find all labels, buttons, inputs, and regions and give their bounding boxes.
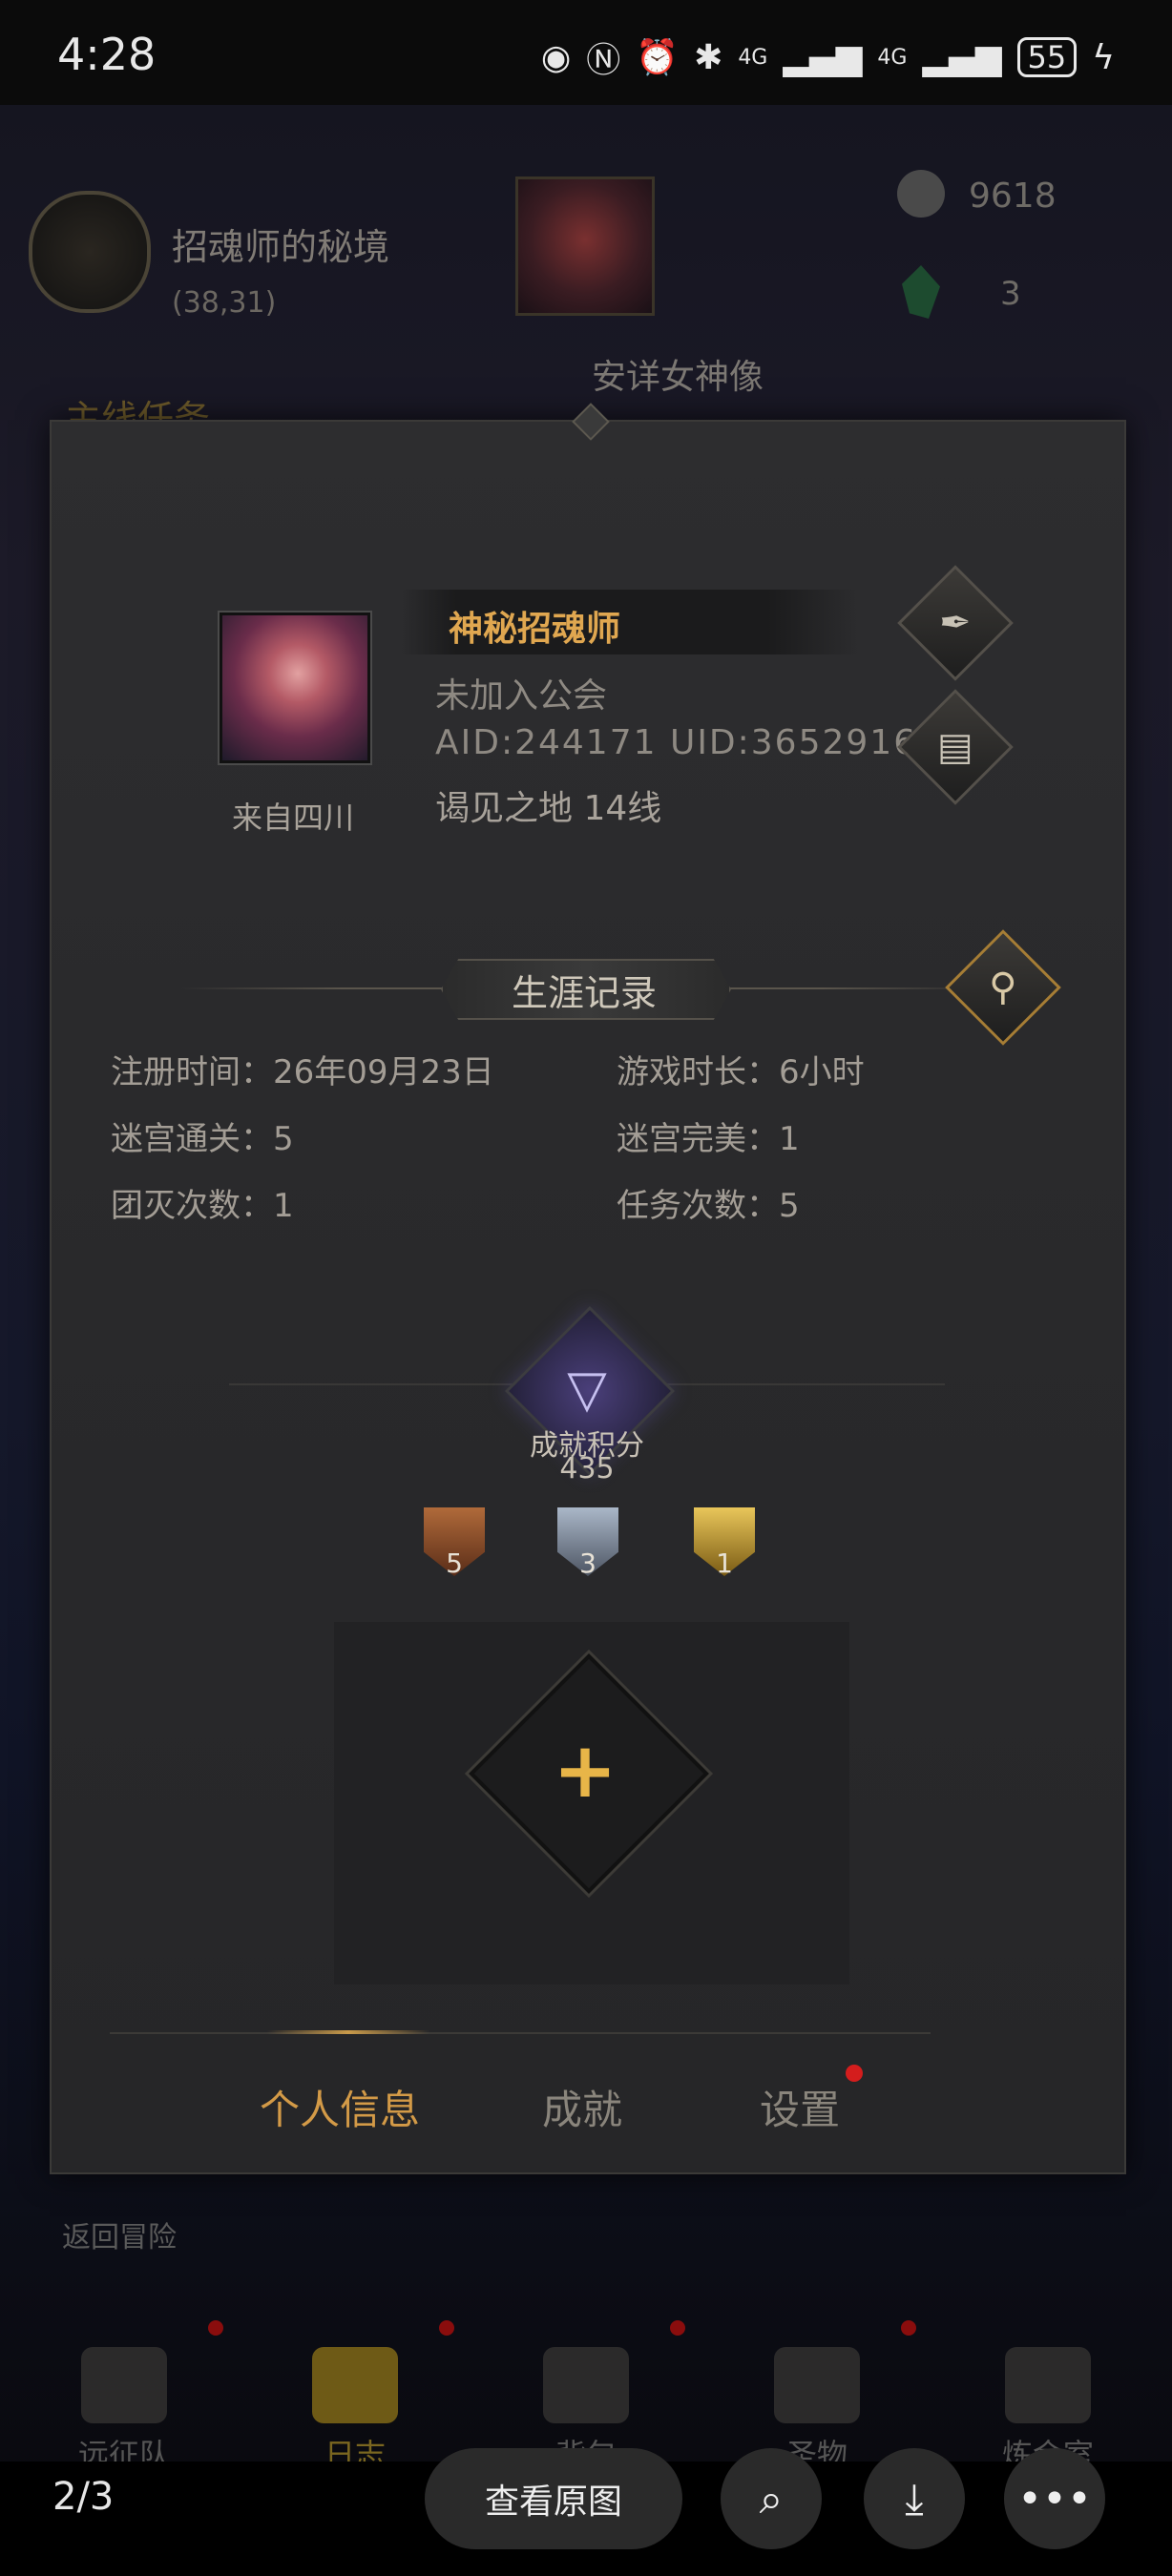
bronze-badge[interactable]: 5 <box>420 1507 489 1588</box>
stat-play-time: 游戏时长：6小时 <box>617 1053 865 1091</box>
silver-badge[interactable]: 3 <box>554 1507 622 1588</box>
download-button[interactable]: ⤓ <box>864 2448 965 2549</box>
avatar[interactable] <box>220 613 370 763</box>
career-title: 生涯记录 <box>511 972 657 1014</box>
stat-maze-perfect: 迷宫完美：1 <box>617 1120 800 1158</box>
tab-settings[interactable]: 设置 <box>760 2078 840 2136</box>
resource-stone-count: 9618 <box>969 177 1057 216</box>
active-tab-indicator <box>267 2030 429 2034</box>
helmet-icon <box>81 2347 167 2423</box>
player-ids: AID:244171 UID:3652916 <box>435 723 918 762</box>
stat-wipes: 团灭次数：1 <box>111 1187 294 1225</box>
gold-badge[interactable]: 1 <box>690 1507 759 1588</box>
stone-icon <box>897 170 945 218</box>
player-region: 来自四川 <box>231 800 354 836</box>
eye-icon: ◉ <box>540 37 572 77</box>
return-adventure-label: 返回冒险 <box>62 2221 177 2254</box>
signal-4g-icon-2: 4G <box>877 45 908 70</box>
zone-emblem-icon <box>29 191 151 313</box>
statue-portrait <box>515 177 655 316</box>
relic-icon <box>774 2347 860 2423</box>
gold-badge-count: 1 <box>716 1548 733 1579</box>
lens-search-button[interactable]: ⌕ <box>721 2448 822 2549</box>
more-button[interactable]: ••• <box>1004 2448 1105 2549</box>
bronze-badge-count: 5 <box>446 1548 463 1579</box>
bluetooth-icon: ✱ <box>694 37 723 77</box>
signal-bars-icon: ▂▄▆ <box>783 37 863 77</box>
quill-icon: ✒ <box>939 600 972 645</box>
signal-bars-icon-2: ▂▄▆ <box>922 37 1002 77</box>
notification-dot <box>208 2320 223 2336</box>
battery-level: 55 <box>1016 37 1078 77</box>
nav-expedition[interactable]: 远征队 <box>29 2347 220 2475</box>
stat-register-time: 注册时间：26年09月23日 <box>111 1053 494 1091</box>
status-icons: ◉ Ⓝ ⏰ ✱ 4G ▂▄▆ 4G ▂▄▆ 55 ϟ <box>541 32 1115 82</box>
zone-coords: (38,31) <box>172 286 277 320</box>
view-original-button[interactable]: 查看原图 <box>425 2448 682 2549</box>
document-icon: ▤ <box>937 724 973 769</box>
magnifier-icon: ⚲ <box>989 965 1017 1009</box>
tab-divider <box>110 2032 931 2034</box>
stat-maze-clear: 迷宫通关：5 <box>111 1120 294 1158</box>
log-icon <box>312 2347 398 2423</box>
alarm-icon: ⏰ <box>636 38 680 77</box>
server-line: 谒见之地 14线 <box>435 789 662 828</box>
alchemy-icon <box>1005 2347 1091 2423</box>
stat-quests: 任务次数：5 <box>617 1187 800 1225</box>
triangle-emblem-icon: ▽ <box>567 1358 607 1419</box>
achievement-points-value: 435 <box>559 1452 615 1485</box>
signal-4g-icon: 4G <box>738 45 768 70</box>
lens-icon: ⌕ <box>759 2474 784 2524</box>
settings-notification-dot <box>846 2065 863 2082</box>
tab-profile[interactable]: 个人信息 <box>260 2078 420 2136</box>
plus-icon: + <box>553 1725 617 1815</box>
player-name: 神秘招魂师 <box>449 610 621 649</box>
notification-dot <box>439 2320 454 2336</box>
more-icon: ••• <box>1017 2474 1092 2524</box>
silver-badge-count: 3 <box>579 1548 596 1579</box>
nav-log[interactable]: 日志 <box>260 2347 450 2475</box>
download-icon: ⤓ <box>905 2474 924 2524</box>
charging-icon: ϟ <box>1092 37 1115 77</box>
backpack-icon <box>543 2347 629 2423</box>
nfc-icon: Ⓝ <box>586 41 621 80</box>
notification-dot <box>901 2320 916 2336</box>
status-time: 4:28 <box>57 29 157 80</box>
resource-gem-count: 3 <box>1000 275 1021 313</box>
guild-status: 未加入公会 <box>435 676 608 716</box>
statue-name: 安详女神像 <box>592 358 764 397</box>
tab-achievements[interactable]: 成就 <box>542 2078 622 2136</box>
page-counter: 2/3 <box>52 2475 115 2519</box>
notification-dot <box>670 2320 685 2336</box>
zone-name: 招魂师的秘境 <box>172 226 390 268</box>
